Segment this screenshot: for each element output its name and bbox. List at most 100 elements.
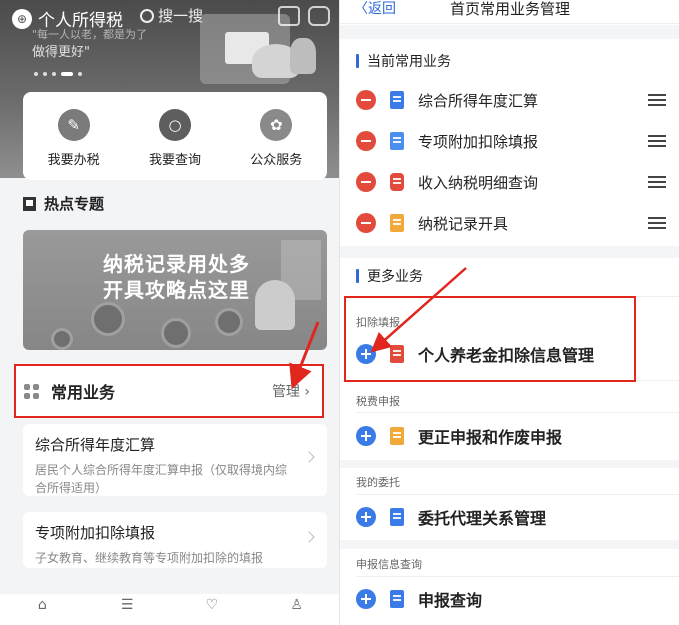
- search-icon: [140, 8, 154, 23]
- add-icon[interactable]: [356, 344, 376, 364]
- user-icon[interactable]: ♙: [288, 598, 306, 612]
- more-item: 申报查询: [356, 579, 666, 619]
- category-label: 我的委托: [356, 476, 400, 489]
- back-button[interactable]: 〈返回: [354, 0, 396, 18]
- delegation-icon: [390, 508, 404, 526]
- correction-icon: [390, 427, 404, 445]
- hot-topics-title: 热点专题: [44, 195, 105, 213]
- add-icon[interactable]: [356, 507, 376, 527]
- service-label: 我要办税: [47, 152, 100, 168]
- hero-slogan-line2: 做得更好": [32, 45, 90, 60]
- query-document-icon: [390, 590, 404, 608]
- right-screen: 首页常用业务管理 〈返回 当前常用业务 综合所得年度汇算 专项附加扣除填报 收入…: [339, 0, 679, 625]
- banner-line2: 开具攻略点这里: [103, 278, 250, 302]
- add-icon[interactable]: [356, 589, 376, 609]
- section-gap: [340, 246, 679, 258]
- hand-flower-icon: ✿: [260, 108, 293, 141]
- biz-card-title: 专项附加扣除填报: [35, 524, 156, 542]
- message-icon[interactable]: [308, 6, 330, 26]
- divider: [356, 576, 679, 577]
- biz-card-special-deduction[interactable]: 专项附加扣除填报 子女教育、继续教育等专项附加扣除的填报: [23, 512, 327, 568]
- carousel-dot: [34, 72, 38, 76]
- current-item: 纳税记录开具: [356, 203, 666, 243]
- remove-icon[interactable]: [356, 90, 376, 110]
- service-tax-filing[interactable]: ✎ 我要办税: [29, 108, 119, 168]
- scan-icon[interactable]: [278, 6, 300, 26]
- yuan-shield-icon: [390, 173, 404, 191]
- nav-bar: 首页常用业务管理 〈返回: [340, 0, 679, 24]
- more-item-label: 个人养老金扣除信息管理: [418, 346, 595, 365]
- remove-icon[interactable]: [356, 131, 376, 151]
- search-button[interactable]: 搜一搜: [140, 5, 203, 26]
- more-item-label: 更正申报和作废申报: [418, 428, 563, 447]
- tax-logo-icon: ⊕: [12, 8, 32, 29]
- remove-icon[interactable]: [356, 213, 376, 233]
- left-screen: ⊕ 个人所得税 搜一搜 "每一人以老，都是为了 做得更好" ✎ 我要办税 ○ 我…: [0, 0, 339, 625]
- more-item: 委托代理关系管理: [356, 497, 666, 537]
- list-icon[interactable]: ☰: [118, 598, 136, 612]
- house-icon: [161, 318, 191, 348]
- divider: [356, 494, 679, 495]
- more-item: 更正申报和作废申报: [356, 416, 666, 456]
- chat-icon: [51, 328, 73, 350]
- current-item-label: 纳税记录开具: [418, 214, 509, 233]
- common-business-row: 常用业务 管理 ›: [14, 364, 324, 418]
- pen-icon: ✎: [57, 108, 90, 141]
- service-card: ✎ 我要办税 ○ 我要查询 ✿ 公众服务: [23, 92, 327, 180]
- remove-icon[interactable]: [356, 172, 376, 192]
- service-label: 我要查询: [148, 152, 201, 168]
- grid-icon: [24, 383, 39, 399]
- drag-handle-icon[interactable]: [648, 217, 666, 229]
- current-item-label: 专项附加扣除填报: [418, 132, 539, 151]
- manage-link[interactable]: 管理 ›: [272, 381, 310, 401]
- carousel-dots: [34, 72, 82, 76]
- current-section-title: 当前常用业务: [367, 54, 451, 70]
- home-icon[interactable]: ⌂: [33, 598, 51, 612]
- heart-icon[interactable]: ♡: [203, 598, 221, 612]
- service-label: 公众服务: [250, 152, 303, 168]
- more-item-label: 委托代理关系管理: [418, 509, 547, 528]
- search-label: 搜一搜: [158, 7, 204, 25]
- current-item-label: 收入纳税明细查询: [418, 173, 539, 192]
- hero-illustration-plant: [290, 38, 316, 74]
- hot-topic-banner[interactable]: 纳税记录用处多 开具攻略点这里: [23, 230, 327, 350]
- current-item: 专项附加扣除填报: [356, 121, 666, 161]
- service-query[interactable]: ○ 我要查询: [130, 108, 220, 168]
- bottom-tab-bar: ⌂ ☰ ♡ ♙: [0, 594, 339, 625]
- drag-handle-icon[interactable]: [648, 176, 666, 188]
- category-label: 税费申报: [356, 395, 400, 408]
- more-section-title: 更多业务: [367, 269, 423, 285]
- hero-slogan-line1: "每一人以老，都是为了: [32, 28, 148, 41]
- biz-card-desc: 居民个人综合所得年度汇算申报（仅取得境内综合所得适用）: [35, 463, 288, 495]
- pension-icon: [390, 345, 404, 363]
- add-icon[interactable]: [356, 426, 376, 446]
- carousel-dot-active: [61, 72, 73, 76]
- carousel-dot: [52, 72, 56, 76]
- loan-icon: [215, 308, 243, 336]
- biz-card-annual-settlement[interactable]: 综合所得年度汇算 居民个人综合所得年度汇算申报（仅取得境内综合所得适用）: [23, 424, 327, 496]
- biz-card-title: 综合所得年度汇算: [35, 436, 156, 454]
- edit-document-icon: [390, 132, 404, 150]
- current-item: 综合所得年度汇算: [356, 80, 666, 120]
- record-icon: [390, 214, 404, 232]
- banner-line1: 纳税记录用处多: [103, 252, 250, 276]
- service-public[interactable]: ✿ 公众服务: [231, 108, 321, 168]
- bookmark-icon: [23, 196, 36, 211]
- current-section-heading: 当前常用业务: [356, 51, 451, 71]
- car-icon: [91, 302, 125, 336]
- divider: [356, 296, 679, 297]
- manage-label: 管理: [271, 384, 300, 400]
- carousel-dot: [43, 72, 47, 76]
- magnifier-icon: ○: [158, 108, 191, 141]
- more-item-label: 申报查询: [418, 591, 483, 610]
- drag-handle-icon[interactable]: [648, 94, 666, 106]
- drag-handle-icon[interactable]: [648, 135, 666, 147]
- biz-card-desc: 子女教育、继续教育等专项附加扣除的填报: [35, 551, 264, 565]
- current-item-label: 综合所得年度汇算: [418, 91, 539, 110]
- section-marker: [356, 54, 359, 68]
- person-illustration: [255, 280, 295, 330]
- section-marker: [356, 269, 359, 283]
- common-business-title: 常用业务: [51, 383, 116, 402]
- carousel-dot: [78, 72, 82, 76]
- section-gap: [340, 540, 679, 549]
